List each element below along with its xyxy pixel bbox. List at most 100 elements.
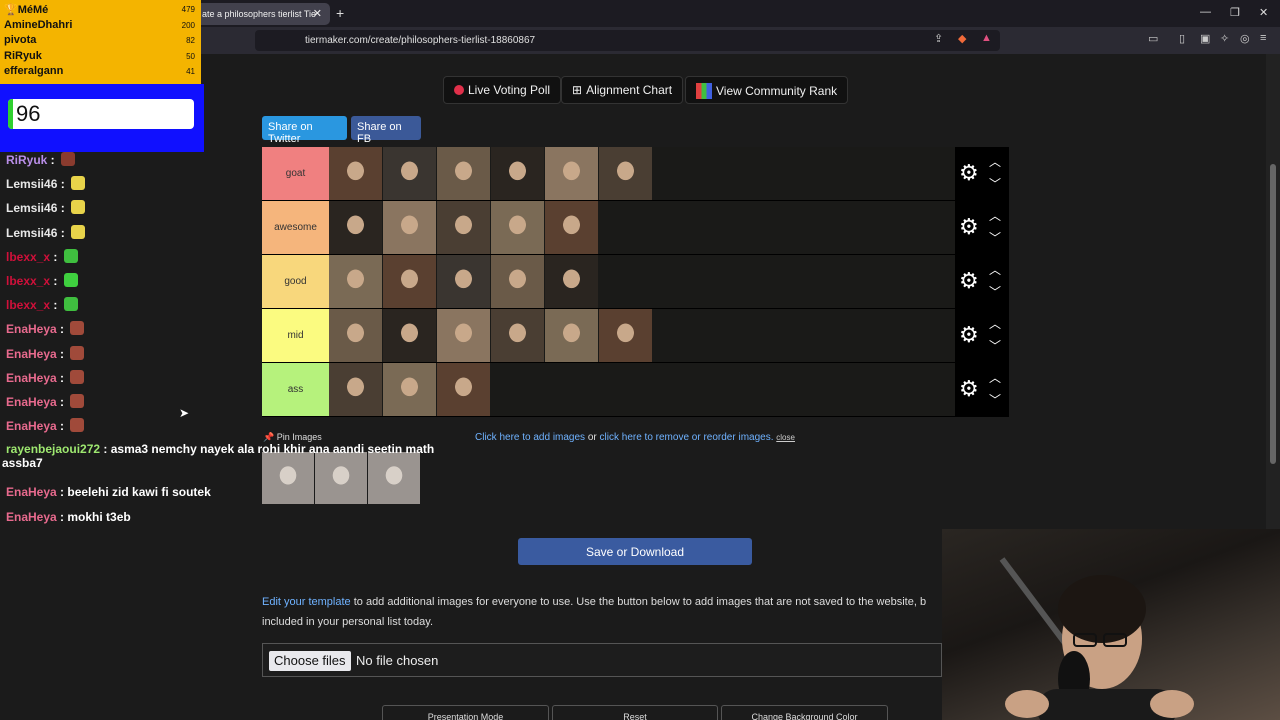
leaderboard-name: MéMé — [17, 4, 49, 16]
chat-message: Lemsii46 : — [6, 200, 86, 216]
counter-value: 96 — [16, 101, 41, 126]
edit-template-link[interactable]: Edit your template — [262, 596, 351, 608]
philosopher-image[interactable] — [599, 147, 652, 200]
alignment-chart-button[interactable]: ⊞ Alignment Chart — [561, 76, 684, 104]
chat-username: lbexx_x — [6, 298, 51, 313]
chat-message: Lemsii46 : — [6, 176, 86, 191]
philosopher-image[interactable] — [545, 201, 598, 254]
share-twitter-button[interactable]: Share on Twitter — [262, 116, 347, 145]
remove-images-link[interactable]: click here to remove or reorder images. — [600, 432, 774, 443]
community-rank-button[interactable]: View Community Rank — [685, 76, 849, 104]
chat-text-cont: assba7 — [2, 456, 43, 471]
url-text: tiermaker.com/create/philosophers-tierli… — [305, 35, 536, 46]
chat-username: Lemsii46 — [6, 201, 58, 216]
wallet-icon[interactable]: ▣ — [1200, 32, 1210, 45]
gear-icon[interactable]: ⚙ — [959, 214, 979, 240]
emote-icon — [71, 224, 86, 239]
choose-files-button[interactable]: Choose files — [269, 651, 351, 671]
chat-message: EnaHeya : — [6, 394, 85, 409]
leaderboard-name: RiRyuk — [4, 49, 42, 62]
rewards-icon[interactable]: ▲ — [981, 32, 992, 44]
file-upload: Choose files No file chosen — [262, 643, 942, 677]
tier-controls: ⚙ ︿ ﹀ — [955, 147, 1009, 200]
edit-template-desc: to add additional images for everyone to… — [353, 596, 927, 608]
new-tab-button[interactable]: + — [336, 5, 344, 21]
url-field[interactable]: tiermaker.com/create/philosophers-tierli… — [255, 30, 1000, 51]
leaderboard-row: AmineDhahri 200 — [4, 19, 197, 35]
close-window-button[interactable]: ✕ — [1259, 6, 1268, 19]
philosopher-image[interactable] — [491, 147, 544, 200]
chat-text: mokhi t3eb — [67, 509, 131, 524]
sidebar-icon[interactable]: ▯ — [1179, 32, 1185, 45]
scrollbar-thumb[interactable] — [1270, 164, 1276, 464]
minimize-button[interactable]: — — [1200, 6, 1211, 18]
chat-username: EnaHeya — [6, 395, 57, 409]
share-fb-button[interactable]: Share on FB — [351, 116, 421, 145]
emote-icon — [63, 297, 78, 312]
grid-icon: ⊞ — [572, 83, 583, 97]
chevron-up-icon[interactable]: ︿ — [989, 369, 1001, 386]
chat-message: lbexx_x : — [6, 273, 78, 288]
presentation-mode-button[interactable]: Presentation Mode — [382, 705, 549, 720]
chevron-up-icon[interactable]: ︿ — [989, 261, 1001, 278]
vpn-icon[interactable]: ◎ — [1240, 32, 1250, 45]
restore-button[interactable]: ❐ — [1230, 6, 1240, 19]
emote-icon — [71, 176, 86, 191]
tab-close-icon[interactable]: ✕ — [313, 7, 322, 20]
leaderboard-row: pivota 82 — [4, 34, 197, 50]
add-images-link[interactable]: Click here to add images — [475, 432, 585, 443]
webcam-feed — [942, 529, 1280, 720]
live-voting-button[interactable]: Live Voting Poll — [443, 76, 562, 104]
edit-template-desc-2: included in your personal list today. — [262, 616, 434, 628]
brave-shield-icon[interactable]: ◆ — [958, 32, 966, 45]
chevron-down-icon[interactable]: ﹀ — [989, 175, 1001, 192]
chat-message: RiRyuk : — [6, 152, 76, 167]
tab-title: ate a philosophers tierlist Tie — [202, 9, 317, 19]
chevron-up-icon[interactable]: ︿ — [989, 153, 1001, 170]
gear-icon[interactable]: ⚙ — [959, 376, 979, 402]
philosopher-image[interactable] — [599, 309, 652, 362]
leaderboard-row: 🏆MéMé 479 — [4, 3, 197, 19]
reader-icon[interactable]: ▭ — [1148, 32, 1158, 45]
chevron-up-icon[interactable]: ︿ — [989, 315, 1001, 332]
tier-controls: ⚙ ︿ ﹀ — [955, 309, 1009, 362]
image-links: Click here to add images or click here t… — [475, 432, 795, 443]
chevron-down-icon[interactable]: ﹀ — [989, 391, 1001, 408]
gear-icon[interactable]: ⚙ — [959, 160, 979, 186]
gear-icon[interactable]: ⚙ — [959, 268, 979, 294]
philosopher-image[interactable] — [491, 255, 544, 308]
philosopher-image[interactable] — [491, 201, 544, 254]
chat-username: EnaHeya — [6, 509, 57, 524]
reset-button[interactable]: Reset — [552, 705, 718, 720]
chevron-up-icon[interactable]: ︿ — [989, 207, 1001, 224]
menu-icon[interactable]: ≡ — [1260, 32, 1266, 44]
chat-message: rayenbejaoui272 : asma3 nemchy nayek ala… — [2, 442, 435, 471]
emote-icon — [70, 369, 85, 384]
chat-username: Lemsii46 — [6, 225, 58, 240]
ai-icon[interactable]: ✧ — [1220, 32, 1229, 45]
chevron-down-icon[interactable]: ﹀ — [989, 283, 1001, 300]
emote-icon — [70, 321, 85, 336]
chevron-down-icon[interactable]: ﹀ — [989, 337, 1001, 354]
save-download-button[interactable]: Save or Download — [518, 538, 752, 565]
tier-controls: ⚙ ︿ ﹀ — [955, 363, 1009, 416]
philosopher-image[interactable] — [545, 309, 598, 362]
philosopher-image[interactable] — [491, 309, 544, 362]
change-bg-color-button[interactable]: Change Background Color — [721, 705, 888, 720]
chat-username: EnaHeya — [6, 322, 57, 337]
leaderboard-score: 41 — [186, 67, 195, 76]
leaderboard-score: 200 — [181, 20, 195, 30]
emote-icon — [61, 152, 76, 166]
chevron-down-icon[interactable]: ﹀ — [989, 229, 1001, 246]
counter-box: 96 — [8, 99, 194, 129]
philosopher-image[interactable] — [545, 255, 598, 308]
gear-icon[interactable]: ⚙ — [959, 322, 979, 348]
share-icon[interactable]: ⇪ — [934, 32, 943, 45]
chat-message: lbexx_x : — [6, 297, 78, 312]
browser-tab[interactable]: ate a philosophers tierlist Tie ✕ — [190, 3, 330, 25]
chat-overlay: RiRyuk : Lemsii46 : Lemsii46 : Lemsii46 … — [0, 152, 460, 532]
close-link[interactable]: close — [776, 433, 795, 442]
chat-username: EnaHeya — [6, 370, 57, 385]
leaderboard-row: efferalgann 41 — [4, 65, 197, 81]
philosopher-image[interactable] — [545, 147, 598, 200]
